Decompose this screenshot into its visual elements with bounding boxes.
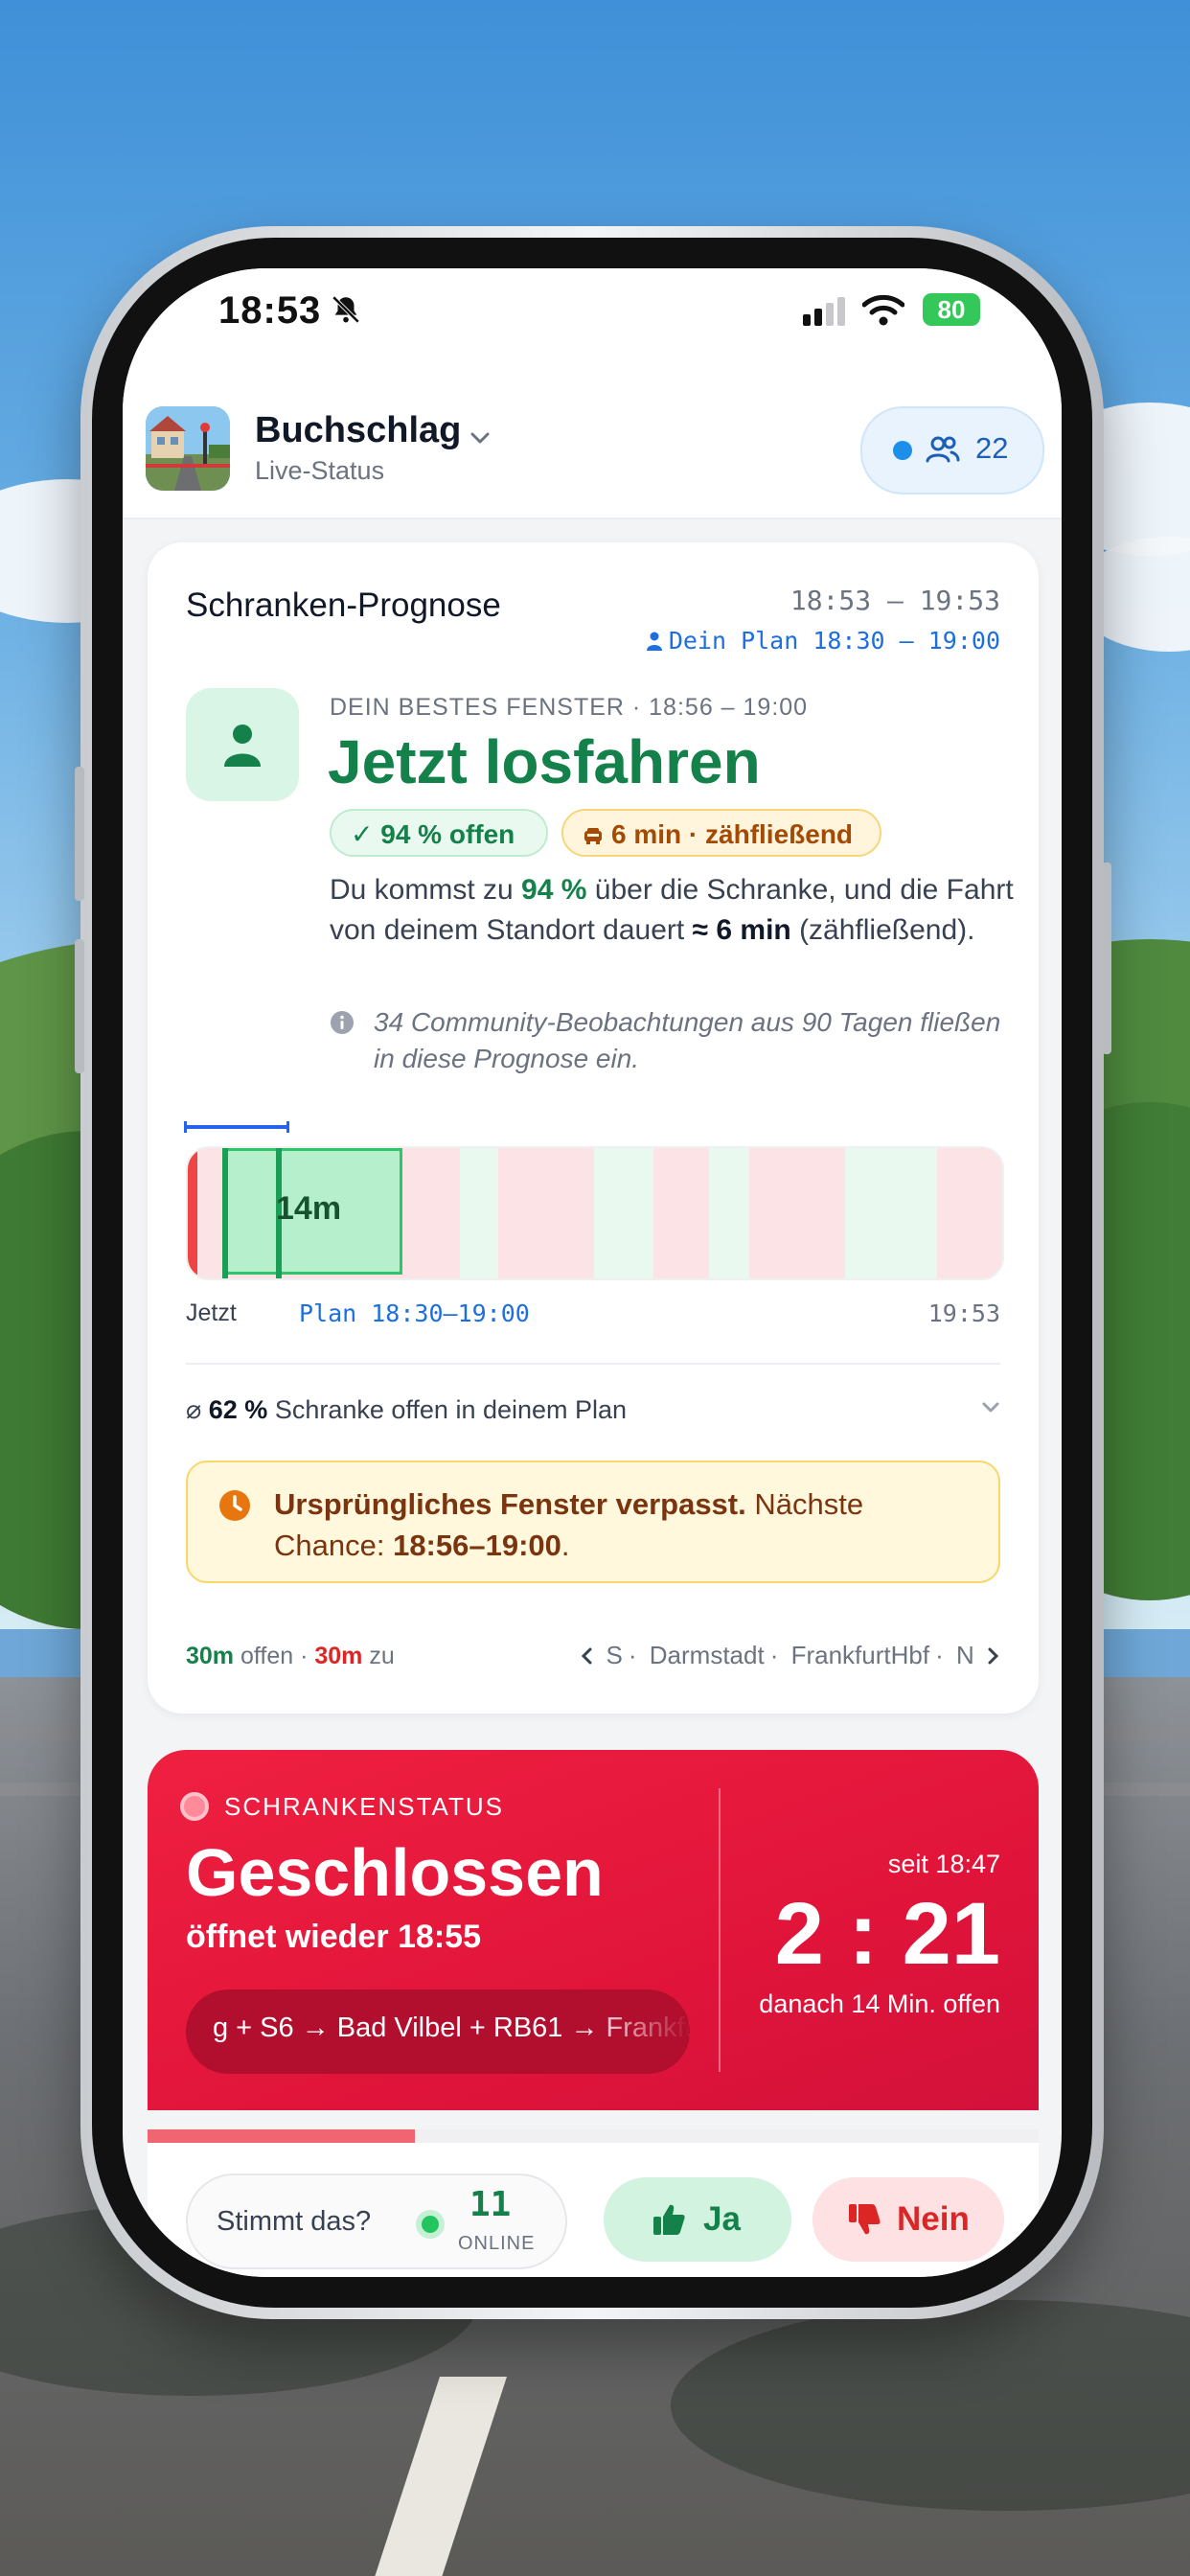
no-button[interactable]: Nein	[812, 2177, 1004, 2262]
timeline-plan-window-label: 14m	[276, 1190, 342, 1227]
railway-crossing-image	[146, 406, 230, 491]
people-icon	[926, 436, 960, 463]
closed-since: seit 18:47	[887, 1850, 1000, 1878]
feedback-question: Stimmt das? 11 ONLINE	[186, 2174, 567, 2269]
recommendation-description: Du kommst zu 94 % über die Schranke, und…	[330, 874, 1014, 946]
live-dot	[893, 441, 912, 460]
bell-muted-icon	[332, 295, 360, 324]
traffic-chip-text: 6 min · zähfließend	[611, 819, 854, 849]
plan-bracket	[184, 1121, 289, 1133]
forecast-title: Schranken-Prognose	[186, 586, 501, 624]
side-button	[1102, 862, 1111, 1054]
plan-window-text: Dein Plan 18:30 – 19:00	[668, 627, 1000, 655]
wifi-icon	[862, 294, 904, 326]
app-header: Buchschlag Live-Status 22	[123, 364, 1062, 519]
no-label: Nein	[897, 2200, 970, 2238]
direction-north: N	[955, 1641, 974, 1669]
side-button	[75, 767, 84, 901]
open-after: danach 14 Min. offen	[759, 1990, 1000, 2018]
timeline-end-label: 19:53	[927, 1300, 1000, 1327]
clock-icon	[219, 1490, 250, 1521]
timeline-open-segment	[594, 1148, 653, 1278]
online-users-badge[interactable]: 22	[860, 406, 1044, 494]
timeline-open-segment	[709, 1148, 749, 1278]
status-dot	[180, 1792, 209, 1821]
direction-south: S	[606, 1641, 623, 1669]
divider	[186, 1363, 1000, 1365]
cellular-signal-icon	[803, 297, 845, 326]
online-number: 11	[469, 2185, 512, 2224]
app-screen: 18:53 80 Buchschlag Live-Status 22 Schra…	[123, 268, 1062, 2277]
forecast-range: 18:53 – 19:53	[790, 585, 1000, 616]
location-subtitle: Live-Status	[255, 456, 385, 485]
plan-average-row[interactable]: ⌀ 62 % Schranke offen in deinem Plan	[186, 1395, 627, 1425]
timeline-plan-label: Plan 18:30–19:00	[299, 1300, 530, 1327]
barrier-state: Geschlossen	[186, 1835, 604, 1910]
yes-label: Ja	[703, 2200, 741, 2238]
yes-button[interactable]: Ja	[604, 2177, 791, 2262]
community-note: 34 Community-Beobachtungen aus 90 Tagen …	[374, 1007, 1001, 1073]
info-icon	[331, 1011, 354, 1034]
missed-window-alert: Ursprüngliches Fenster verpasst. Nächste…	[186, 1460, 1000, 1583]
open-probability-chip: ✓ 94 % offen	[330, 809, 548, 857]
status-divider	[719, 1788, 721, 2072]
open-closed-summary: 30m offen · 30m zu	[186, 1643, 395, 1669]
person-icon	[224, 724, 261, 767]
feedback-bar: Stimmt das? 11 ONLINE Ja Nein	[148, 2143, 1039, 2277]
side-button	[75, 939, 84, 1073]
chevron-right-icon[interactable]	[987, 1646, 1000, 1666]
barrier-status-card: SCHRANKENSTATUS Geschlossen öffnet wiede…	[148, 1750, 1039, 2110]
chevron-down-icon[interactable]	[469, 431, 491, 445]
chevron-down-icon[interactable]	[981, 1401, 1000, 1414]
timeline-plan-start	[222, 1148, 228, 1278]
forecast-card: Schranken-Prognose 18:53 – 19:53 Dein Pl…	[148, 542, 1039, 1714]
closure-progress-fill	[148, 2129, 415, 2143]
plan-window[interactable]: Dein Plan 18:30 – 19:00	[646, 627, 1000, 655]
online-count: 22	[975, 431, 1009, 465]
online-dot	[416, 2210, 445, 2239]
location-name[interactable]: Buchschlag	[255, 410, 461, 451]
stop-frankfurt-hbf: FrankfurtHbf	[790, 1641, 930, 1669]
missed-window-text: Ursprüngliches Fenster verpasst. Nächste…	[274, 1487, 864, 1562]
barrier-reopen-time: öffnet wieder 18:55	[186, 1919, 481, 1955]
timeline-now-marker	[188, 1148, 197, 1278]
countdown: 2 : 21	[774, 1885, 1000, 1983]
chevron-left-icon[interactable]	[580, 1646, 593, 1666]
barrier-status-kicker: SCHRANKENSTATUS	[224, 1792, 504, 1821]
thumbs-down-icon	[849, 2204, 881, 2235]
status-bar: 18:53 80	[123, 268, 1062, 364]
timeline-start-label: Jetzt	[186, 1300, 237, 1326]
thumbs-up-icon	[653, 2204, 685, 2235]
recommendation-tile	[186, 688, 299, 801]
online-label: ONLINE	[458, 2233, 536, 2254]
battery-indicator: 80	[923, 293, 980, 326]
best-window-kicker: DEIN BESTES FENSTER · 18:56 – 19:00	[330, 694, 809, 721]
clock: 18:53	[218, 289, 322, 332]
train-ticker[interactable]: g + S6 → Bad Vilbel + RB61 → Frankfurt	[186, 1990, 690, 2074]
feedback-question-label: Stimmt das?	[217, 2206, 372, 2237]
location-thumbnail[interactable]	[146, 406, 230, 491]
stop-darmstadt: Darmstadt	[649, 1641, 765, 1669]
direction-selector[interactable]: S · Darmstadt · FrankfurtHbf · N	[580, 1641, 1000, 1670]
car-icon	[584, 828, 602, 844]
timeline-open-segment	[460, 1148, 498, 1278]
closure-progress-bar	[148, 2129, 1039, 2143]
person-icon	[646, 632, 662, 651]
traffic-chip: 6 min · zähfließend	[561, 809, 881, 857]
timeline-open-segment	[845, 1148, 937, 1278]
forecast-timeline[interactable]: 14m	[186, 1146, 1004, 1280]
recommendation-headline: Jetzt losfahren	[328, 727, 761, 796]
